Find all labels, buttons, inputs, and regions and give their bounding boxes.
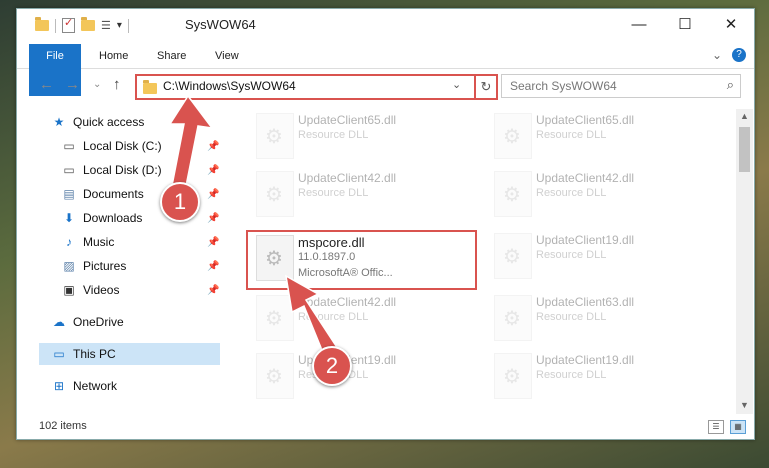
callout-2: 2 <box>312 346 352 386</box>
arrow-1 <box>168 94 214 197</box>
callout-1: 1 <box>160 182 200 222</box>
annotation-arrows <box>168 94 342 362</box>
